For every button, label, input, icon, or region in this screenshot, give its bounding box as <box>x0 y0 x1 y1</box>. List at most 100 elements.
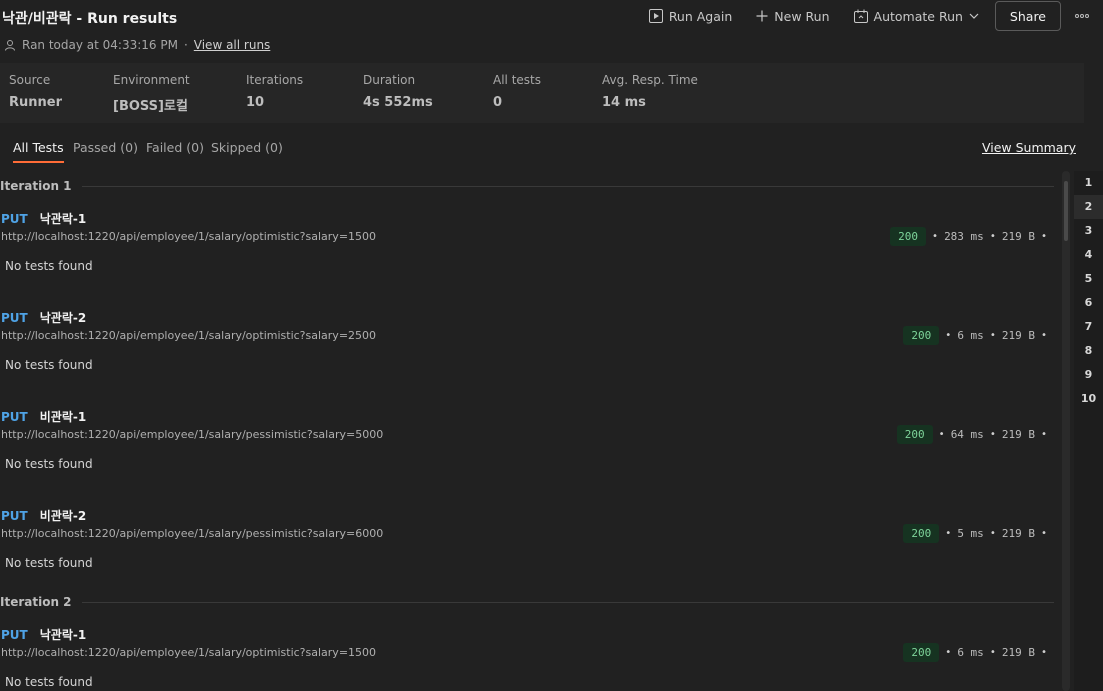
request-header: PUT 비관락-2 <box>1 507 86 524</box>
request-result[interactable]: PUT 비관락-2 http://localhost:1220/api/employ… <box>0 493 1058 592</box>
divider <box>81 185 1054 187</box>
response-size: 219 B <box>1001 230 1035 243</box>
results-list: Iteration 1 PUT 낙관락-1 http://localhost:1220… <box>0 176 1058 691</box>
bullet: • <box>945 528 952 539</box>
bullet: • <box>1040 231 1047 242</box>
results-scrollbar[interactable] <box>1062 171 1070 691</box>
iteration-nav-item[interactable]: 4 <box>1074 243 1103 267</box>
request-result[interactable]: PUT 낙관락-2 http://localhost:1220/api/employ… <box>0 295 1058 394</box>
stat-source: Source Runner <box>9 73 63 110</box>
more-options-icon[interactable] <box>1069 14 1095 18</box>
stat-all-tests: All tests 0 <box>493 73 541 110</box>
status-badge: 200 <box>903 326 940 345</box>
iteration-header: Iteration 1 <box>0 176 1058 196</box>
request-name[interactable]: 낙관락-1 <box>40 626 86 643</box>
request-name[interactable]: 비관락-1 <box>40 408 86 425</box>
request-name[interactable]: 비관락-2 <box>40 507 86 524</box>
request-result[interactable]: PUT 낙관락-1 http://localhost:1220/api/employ… <box>0 612 1058 691</box>
iteration-nav-item[interactable]: 5 <box>1074 267 1103 291</box>
view-summary-link[interactable]: View Summary <box>982 140 1076 155</box>
tab-passed[interactable]: Passed (0) <box>73 140 138 155</box>
http-method: PUT <box>1 627 28 642</box>
stat-iterations: Iterations 10 <box>246 73 304 110</box>
tests-status: No tests found <box>5 457 93 471</box>
tab-failed[interactable]: Failed (0) <box>146 140 204 155</box>
request-url: http://localhost:1220/api/employee/1/sal… <box>1 230 377 243</box>
request-url: http://localhost:1220/api/employee/1/sal… <box>1 428 384 441</box>
response-time: 5 ms <box>957 527 984 540</box>
iteration-navigator: 1 2 3 4 5 6 7 8 9 10 <box>1074 171 1103 691</box>
iteration-nav-item[interactable]: 7 <box>1074 315 1103 339</box>
divider <box>81 601 1054 603</box>
response-size: 219 B <box>1001 428 1035 441</box>
iteration-label: Iteration 2 <box>0 595 72 609</box>
tests-status: No tests found <box>5 556 93 570</box>
response-size: 219 B <box>1001 527 1035 540</box>
request-header: PUT 비관락-1 <box>1 408 86 425</box>
iteration-nav-item[interactable]: 8 <box>1074 339 1103 363</box>
response-time: 283 ms <box>944 230 984 243</box>
request-header: PUT 낙관락-1 <box>1 626 86 643</box>
bullet: • <box>938 429 945 440</box>
iteration-nav-item[interactable]: 1 <box>1074 171 1103 195</box>
view-all-runs-link[interactable]: View all runs <box>194 38 271 52</box>
http-method: PUT <box>1 211 28 226</box>
request-header: PUT 낙관락-2 <box>1 309 86 326</box>
bullet: • <box>1040 429 1047 440</box>
bullet: • <box>932 231 939 242</box>
scrollbar-thumb[interactable] <box>1064 181 1068 241</box>
separator: · <box>183 38 188 52</box>
request-name[interactable]: 낙관락-2 <box>40 309 86 326</box>
stat-avg-resp-time: Avg. Resp. Time 14 ms <box>602 73 698 110</box>
result-filter-tabs: All Tests Passed (0) Failed (0) Skipped … <box>0 138 1103 164</box>
run-again-button[interactable]: Run Again <box>637 1 744 31</box>
request-name[interactable]: 낙관락-1 <box>40 210 86 227</box>
request-result[interactable]: PUT 낙관락-1 http://localhost:1220/api/employ… <box>0 196 1058 295</box>
response-size: 219 B <box>1001 329 1035 342</box>
new-run-button[interactable]: New Run <box>744 1 841 31</box>
response-time: 6 ms <box>957 646 984 659</box>
tab-all-tests[interactable]: All Tests <box>13 140 64 163</box>
automate-icon <box>853 9 868 23</box>
iteration-nav-item[interactable]: 10 <box>1074 387 1103 411</box>
http-method: PUT <box>1 310 28 325</box>
page-title: 낙관/비관락 - Run results <box>2 11 178 27</box>
iteration-nav-item[interactable]: 6 <box>1074 291 1103 315</box>
iteration-nav-item[interactable]: 3 <box>1074 219 1103 243</box>
iteration-nav-item[interactable]: 2 <box>1074 195 1103 219</box>
chevron-down-icon <box>969 13 979 19</box>
status-badge: 200 <box>890 227 927 246</box>
bullet: • <box>989 647 996 658</box>
bullet: • <box>989 330 996 341</box>
run-results-header: 낙관/비관락 - Run results Ran today at 04:33:… <box>0 0 1103 60</box>
bullet: • <box>989 231 996 242</box>
share-button[interactable]: Share <box>994 1 1061 31</box>
automate-run-button[interactable]: Automate Run <box>842 1 991 31</box>
status-badge: 200 <box>903 524 940 543</box>
request-url: http://localhost:1220/api/employee/1/sal… <box>1 527 384 540</box>
response-meta: 200 • 5 ms • 219 B • <box>903 524 1047 543</box>
request-url: http://localhost:1220/api/employee/1/sal… <box>1 329 377 342</box>
request-result[interactable]: PUT 비관락-1 http://localhost:1220/api/employ… <box>0 394 1058 493</box>
bullet: • <box>989 528 996 539</box>
header-actions: Run Again New Run Automate Run Share <box>637 0 1103 32</box>
response-meta: 200 • 6 ms • 219 B • <box>903 326 1047 345</box>
tab-skipped[interactable]: Skipped (0) <box>211 140 283 155</box>
bullet: • <box>1040 647 1047 658</box>
iteration-nav-item[interactable]: 9 <box>1074 363 1103 387</box>
bullet: • <box>945 647 952 658</box>
tests-status: No tests found <box>5 259 93 273</box>
run-summary-stats: Source Runner Environment [BOSS]로컬 Itera… <box>0 63 1084 123</box>
iteration-header: Iteration 2 <box>0 592 1058 612</box>
bullet: • <box>1040 528 1047 539</box>
request-url: http://localhost:1220/api/employee/1/sal… <box>1 646 377 659</box>
user-icon <box>4 39 16 51</box>
play-icon <box>648 9 663 23</box>
tests-status: No tests found <box>5 675 93 689</box>
bullet: • <box>1040 330 1047 341</box>
response-meta: 200 • 6 ms • 219 B • <box>903 643 1047 662</box>
ran-time: Ran today at 04:33:16 PM <box>22 38 178 52</box>
request-header: PUT 낙관락-1 <box>1 210 86 227</box>
bullet: • <box>945 330 952 341</box>
response-meta: 200 • 64 ms • 219 B • <box>896 425 1047 444</box>
